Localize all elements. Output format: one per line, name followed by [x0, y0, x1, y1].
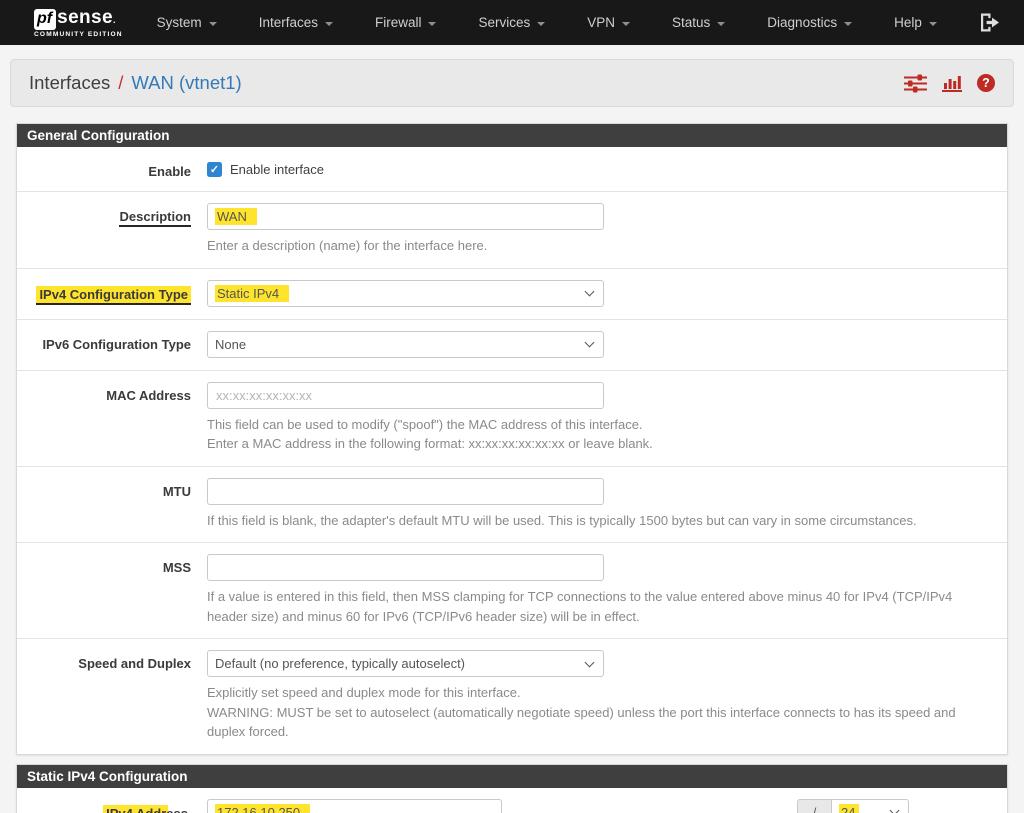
row-description: Description WAN Enter a description (nam… — [17, 191, 1007, 268]
mtu-input[interactable] — [207, 478, 604, 505]
row-speed-duplex: Speed and Duplex Default (no preference,… — [17, 638, 1007, 754]
chevron-down-icon — [209, 22, 217, 26]
chevron-down-icon — [890, 806, 900, 813]
chevron-down-icon — [929, 22, 937, 26]
row-enable: Enable ✓ Enable interface — [17, 147, 1007, 191]
speed-duplex-select[interactable]: Default (no preference, typically autose… — [207, 650, 604, 677]
sliders-icon[interactable] — [904, 74, 927, 93]
general-configuration-panel: General Configuration Enable ✓ Enable in… — [16, 123, 1008, 755]
enable-interface-checkbox-label: Enable interface — [230, 162, 324, 177]
chevron-down-icon — [717, 22, 725, 26]
bar-chart-icon[interactable] — [942, 74, 962, 92]
row-ipv6-config-type: IPv6 Configuration Type None — [17, 319, 1007, 370]
ipv4-config-type-label: IPv4 Configuration Type — [36, 286, 191, 305]
ipv4-address-value: 172.16.10.250 — [215, 804, 310, 813]
chevron-down-icon — [537, 22, 545, 26]
chevron-down-icon — [622, 22, 630, 26]
main-menu: System Interfaces Firewall Services VPN … — [157, 15, 937, 30]
ipv6-config-type-select[interactable]: None — [207, 331, 604, 358]
enable-interface-checkbox[interactable]: ✓ — [207, 162, 222, 177]
mac-address-input[interactable] — [207, 382, 604, 409]
logo-reg-mark: . — [113, 15, 116, 25]
speed-duplex-label: Speed and Duplex — [78, 656, 191, 671]
row-mss: MSS If a value is entered in this field,… — [17, 542, 1007, 638]
menu-help[interactable]: Help — [894, 15, 937, 30]
logo-sense-text: sense — [57, 7, 113, 29]
ipv4-config-type-select[interactable]: Static IPv4 — [207, 280, 604, 307]
mss-label: MSS — [163, 560, 191, 575]
menu-diagnostics[interactable]: Diagnostics — [767, 15, 852, 30]
breadcrumb-separator: / — [118, 72, 123, 94]
logo-pf-box: pf — [34, 9, 56, 30]
mac-address-label: MAC Address — [106, 388, 191, 403]
breadcrumb-section: Interfaces — [29, 72, 110, 94]
menu-status[interactable]: Status — [672, 15, 725, 30]
chevron-down-icon — [428, 22, 436, 26]
speed-help-line2: WARNING: MUST be set to autoselect (auto… — [207, 703, 991, 742]
ipv4-address-label: IPv4 Address — [103, 805, 191, 813]
mac-help-line2: Enter a MAC address in the following for… — [207, 434, 991, 454]
row-ipv4-config-type: IPv4 Configuration Type Static IPv4 — [17, 268, 1007, 319]
menu-firewall[interactable]: Firewall — [375, 15, 437, 30]
description-input[interactable]: WAN — [207, 203, 604, 230]
row-ipv4-address: IPv4 Address 172.16.10.250 / 24 — [17, 788, 1007, 813]
mss-help: If a value is entered in this field, the… — [207, 587, 991, 626]
panel-title-static-ipv4: Static IPv4 Configuration — [17, 765, 1007, 788]
panel-title-general: General Configuration — [17, 124, 1007, 147]
row-mtu: MTU If this field is blank, the adapter'… — [17, 466, 1007, 543]
page-header-bar: Interfaces / WAN (vtnet1) — [10, 59, 1014, 107]
top-navbar: pf sense . COMMUNITY EDITION System Inte… — [0, 0, 1024, 45]
ipv4-prefix-value: 24 — [839, 804, 859, 813]
logo-edition-text: COMMUNITY EDITION — [34, 31, 123, 38]
chevron-down-icon — [844, 22, 852, 26]
ipv4-address-input[interactable]: 172.16.10.250 — [207, 799, 502, 813]
menu-system[interactable]: System — [157, 15, 217, 30]
row-mac-address: MAC Address This field can be used to mo… — [17, 370, 1007, 466]
static-ipv4-configuration-panel: Static IPv4 Configuration IPv4 Address 1… — [16, 764, 1008, 813]
chevron-down-icon — [585, 338, 595, 348]
pfsense-logo[interactable]: pf sense . COMMUNITY EDITION — [34, 7, 123, 38]
speed-help-line1: Explicitly set speed and duplex mode for… — [207, 683, 991, 703]
chevron-down-icon — [325, 22, 333, 26]
sign-out-icon[interactable] — [979, 13, 1000, 32]
ipv6-config-type-value: None — [215, 337, 246, 352]
description-help: Enter a description (name) for the inter… — [207, 236, 991, 256]
menu-interfaces[interactable]: Interfaces — [259, 15, 333, 30]
breadcrumb-page-link[interactable]: WAN (vtnet1) — [131, 72, 241, 94]
mtu-help: If this field is blank, the adapter's de… — [207, 511, 991, 531]
mac-help-line1: This field can be used to modify ("spoof… — [207, 415, 991, 435]
description-value: WAN — [215, 208, 257, 225]
chevron-down-icon — [585, 287, 595, 297]
chevron-down-icon — [585, 657, 595, 667]
mtu-label: MTU — [163, 484, 191, 499]
ipv4-prefix-select[interactable]: 24 — [831, 799, 909, 813]
description-label: Description — [119, 209, 191, 227]
ipv4-prefix-separator: / — [797, 799, 831, 813]
speed-duplex-value: Default (no preference, typically autose… — [215, 656, 465, 671]
menu-vpn[interactable]: VPN — [587, 15, 630, 30]
ipv6-config-type-label: IPv6 Configuration Type — [42, 337, 191, 352]
mss-input[interactable] — [207, 554, 604, 581]
ipv4-config-type-value: Static IPv4 — [215, 285, 289, 302]
help-icon[interactable]: ? — [977, 74, 995, 92]
menu-services[interactable]: Services — [478, 15, 545, 30]
enable-label: Enable — [148, 164, 191, 179]
breadcrumb: Interfaces / WAN (vtnet1) — [29, 72, 242, 94]
